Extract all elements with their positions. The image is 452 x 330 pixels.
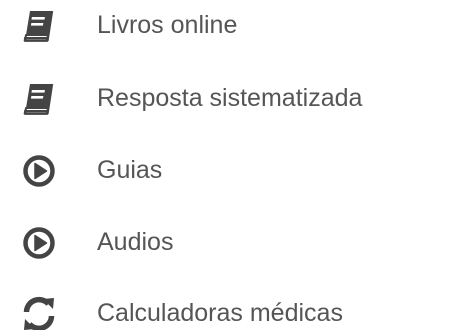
menu-item-label: Audios <box>97 228 174 256</box>
book-icon <box>18 5 60 47</box>
menu-item-label: Calculadoras médicas <box>97 299 343 327</box>
menu-item-guias[interactable]: Guias <box>0 145 452 197</box>
menu-item-resposta-sistematizada[interactable]: Resposta sistematizada <box>0 73 452 125</box>
resource-menu: Livros online Resposta sistematizada Gui… <box>0 0 452 330</box>
menu-item-label: Livros online <box>97 11 238 39</box>
refresh-icon <box>18 293 60 330</box>
menu-item-label: Guias <box>97 156 163 184</box>
play-circle-icon <box>18 150 60 192</box>
menu-item-calculadoras-medicas[interactable]: Calculadoras médicas <box>0 288 452 330</box>
book-icon <box>18 78 60 120</box>
play-circle-icon <box>18 222 60 264</box>
menu-item-label: Resposta sistematizada <box>97 84 363 112</box>
menu-item-livros-online[interactable]: Livros online <box>0 0 452 52</box>
menu-item-audios[interactable]: Audios <box>0 217 452 269</box>
